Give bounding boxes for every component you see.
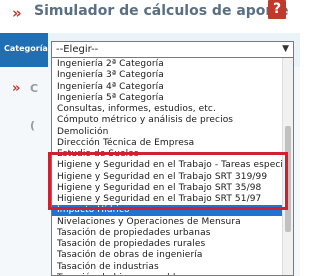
help-icon[interactable]: ?: [268, 0, 286, 19]
chevron-icon: »: [12, 4, 22, 22]
dropdown-option[interactable]: Ingeniería 5ª Categoría: [57, 93, 164, 104]
dropdown-option[interactable]: Higiene y Seguridad en el Trabajo SRT 51…: [57, 194, 261, 205]
dropdown-option[interactable]: Tasación de industrias: [57, 262, 159, 273]
select-value: --Elegir--: [56, 44, 99, 55]
dropdown-option[interactable]: Nivelaciones y Operaciones de Mensura: [57, 217, 241, 228]
background-partial-text: C: [30, 82, 39, 95]
category-label-cell: Categoría: [0, 33, 48, 67]
page-header: » Simulador de cálculos de aporte ?: [0, 0, 300, 34]
category-dropdown-list[interactable]: Ingeniería 2ª Categoría Ingeniería 3ª Cat…: [51, 57, 294, 276]
page-title: Simulador de cálculos de aporte: [34, 3, 289, 19]
background-partial-text: (: [30, 119, 36, 132]
dropdown-option[interactable]: Estudio de Suelos: [57, 149, 139, 160]
dropdown-option[interactable]: Tasación de obras de ingeniería: [57, 250, 202, 261]
dropdown-option[interactable]: Higiene y Seguridad en el Trabajo SRT 35…: [57, 183, 261, 194]
dropdown-option[interactable]: Tasación de propiedades rurales: [57, 239, 205, 250]
dropdown-option[interactable]: Cómputo métrico y análisis de precios: [57, 115, 233, 126]
scrollbar[interactable]: [282, 58, 293, 275]
dropdown-option[interactable]: Dirección Técnica de Empresa: [57, 138, 194, 149]
dropdown-option[interactable]: Ingeniería 4ª Categoría: [57, 82, 164, 93]
dropdown-option[interactable]: Ingeniería 2ª Categoría: [57, 59, 164, 70]
category-select[interactable]: --Elegir-- ▼: [51, 41, 294, 58]
chevron-down-icon[interactable]: ▼: [282, 42, 289, 57]
dropdown-option[interactable]: Consultas, informes, estudios, etc.: [57, 104, 216, 115]
chevron-icon: »: [12, 81, 21, 96]
dropdown-option[interactable]: Ingeniería 3ª Categoría: [57, 70, 164, 81]
dropdown-option[interactable]: Tasación de propiedades urbanas: [57, 228, 211, 239]
dropdown-option[interactable]: Higiene y Seguridad en el Trabajo SRT 31…: [57, 172, 267, 183]
dropdown-option[interactable]: Higiene y Seguridad en el Trabajo - Tare…: [57, 160, 293, 171]
scrollbar-thumb[interactable]: [285, 126, 291, 232]
dropdown-option[interactable]: Demolición: [57, 127, 108, 138]
category-label: Categoría: [4, 44, 48, 53]
dropdown-option-selected[interactable]: Impacto Hídrico: [52, 205, 282, 217]
